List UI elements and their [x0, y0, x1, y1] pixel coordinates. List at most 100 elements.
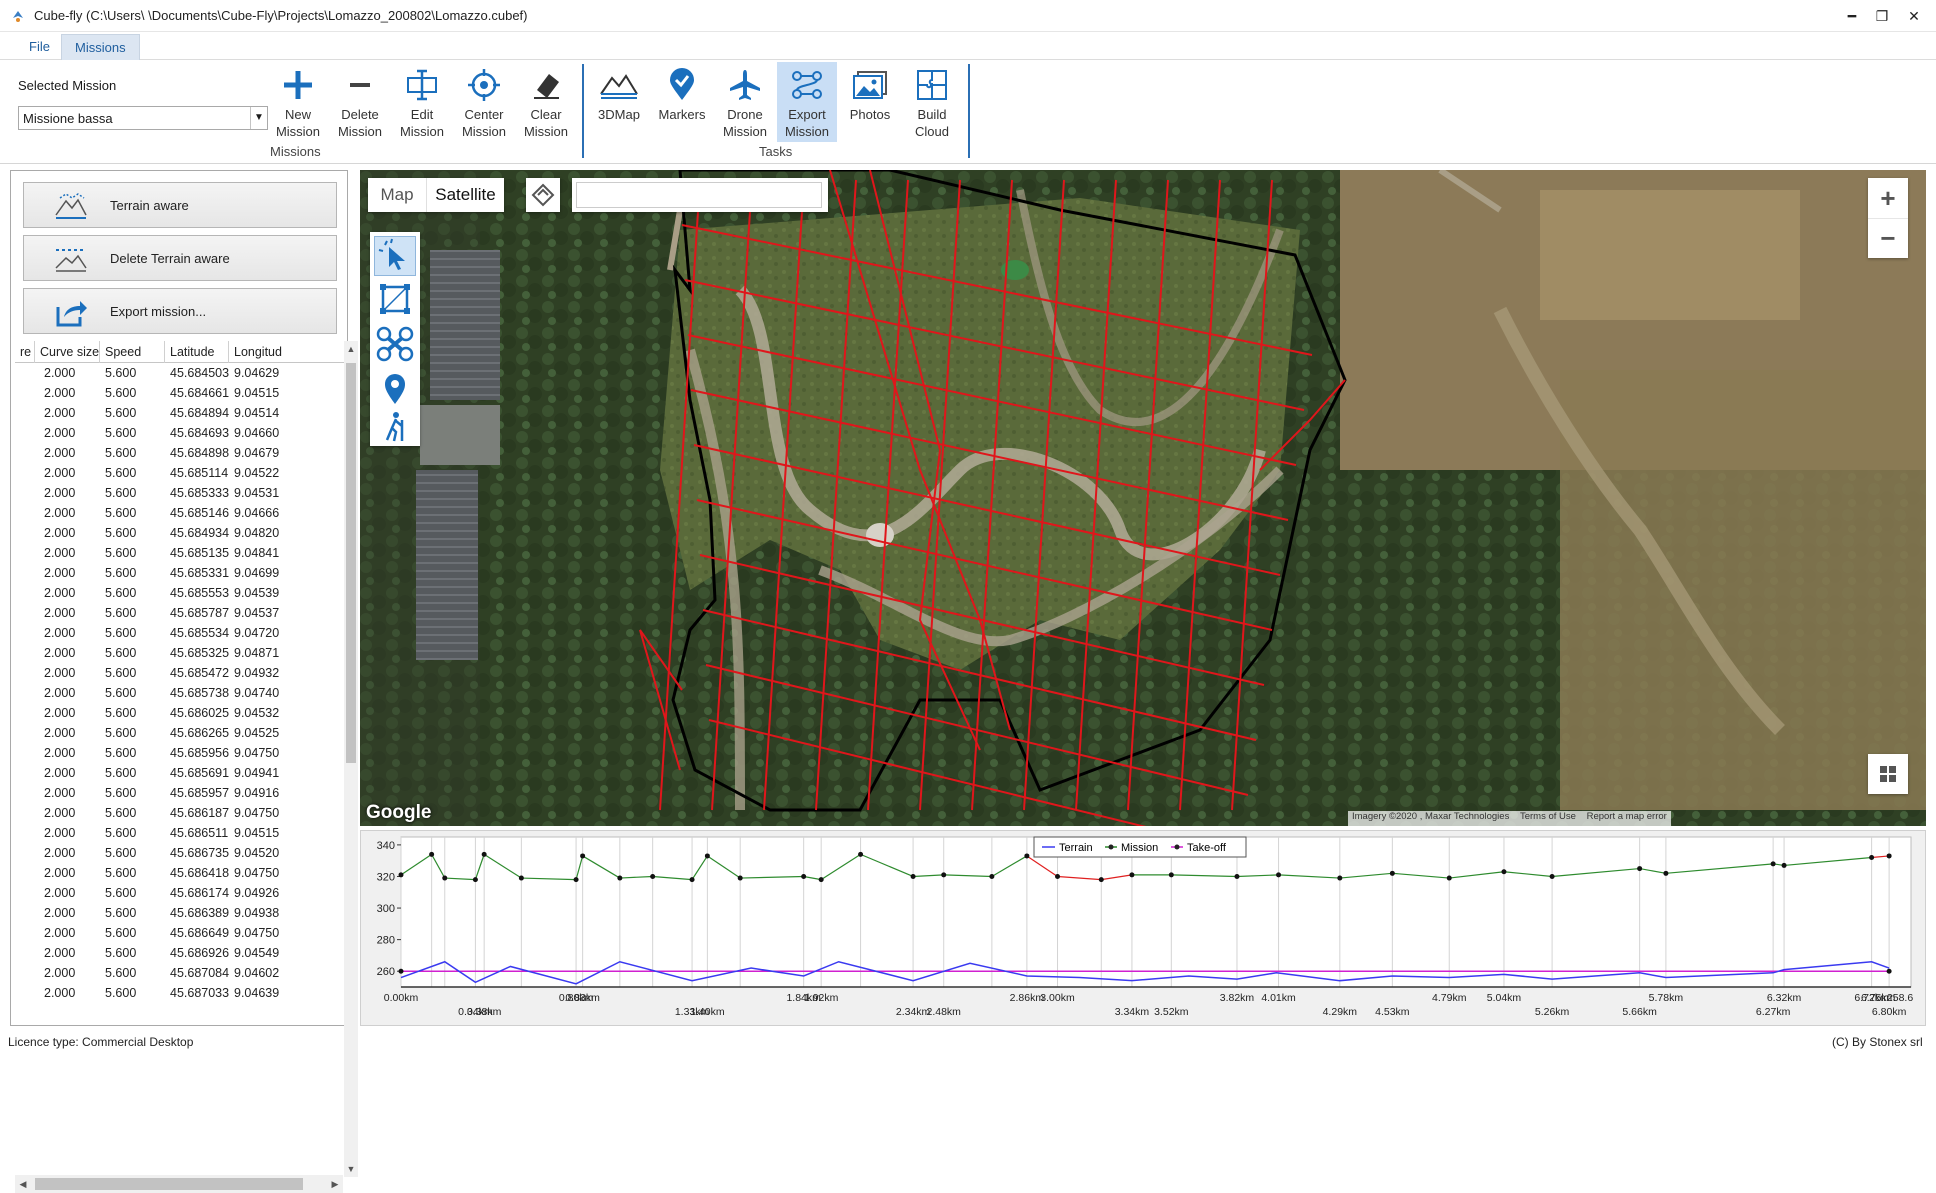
table-row[interactable]: 2.000 5.600 45.684503 9.04629: [15, 363, 345, 383]
horizontal-scrollbar[interactable]: ◀ ▶: [15, 1175, 343, 1193]
x-tick-label: 6.80km: [1872, 1006, 1907, 1018]
table-cell: 5.600: [105, 546, 137, 560]
polygon-tool-button[interactable]: [374, 280, 416, 320]
table-row[interactable]: 2.000 5.600 45.686649 9.04750: [15, 923, 345, 943]
table-cell: 2.000: [44, 666, 76, 680]
table-row[interactable]: 2.000 5.600 45.685472 9.04932: [15, 663, 345, 683]
column-header[interactable]: Curve size: [35, 341, 100, 363]
scroll-thumb[interactable]: [346, 363, 356, 763]
y-tick-label: 300: [377, 903, 395, 915]
satellite-map[interactable]: Map Satellite + − Google Imagery ©2020 ,…: [360, 170, 1926, 826]
table-row[interactable]: 2.000 5.600 45.687033 9.04639: [15, 983, 345, 1003]
scroll-left-icon[interactable]: ◀: [15, 1175, 31, 1193]
table-row[interactable]: 2.000 5.600 45.685331 9.04699: [15, 563, 345, 583]
select-tool-button[interactable]: [374, 236, 416, 276]
tab-missions[interactable]: Missions: [61, 34, 140, 60]
build-cloud-button[interactable]: Build Cloud: [902, 62, 962, 142]
table-row[interactable]: 2.000 5.600 45.685787 9.04537: [15, 603, 345, 623]
table-row[interactable]: 2.000 5.600 45.686389 9.04938: [15, 903, 345, 923]
column-header[interactable]: Speed: [100, 341, 165, 363]
minus-icon: [350, 83, 370, 87]
marker-tool-button[interactable]: [374, 368, 416, 408]
table-row[interactable]: 2.000 5.600 45.684661 9.04515: [15, 383, 345, 403]
hiker-tool-button[interactable]: [374, 412, 416, 442]
table-cell: 5.600: [105, 666, 137, 680]
map-type-satellite-button[interactable]: Satellite: [426, 178, 504, 212]
table-row[interactable]: 2.000 5.600 45.686418 9.04750: [15, 863, 345, 883]
table-cell: 9.04537: [234, 606, 280, 620]
layers-button[interactable]: [526, 178, 560, 212]
table-row[interactable]: 2.000 5.600 45.685691 9.04941: [15, 763, 345, 783]
map-search-input[interactable]: [576, 182, 822, 208]
table-row[interactable]: 2.000 5.600 45.686511 9.04515: [15, 823, 345, 843]
x-tick-label: 1.92km: [804, 992, 839, 1004]
table-row[interactable]: 2.000 5.600 45.685146 9.04666: [15, 503, 345, 523]
table-row[interactable]: 2.000 5.600 45.686025 9.04532: [15, 703, 345, 723]
column-header[interactable]: Latitude: [165, 341, 229, 363]
table-cell: 9.04699: [234, 566, 280, 580]
table-row[interactable]: 2.000 5.600 45.685956 9.04750: [15, 743, 345, 763]
table-row[interactable]: 2.000 5.600 45.685325 9.04871: [15, 643, 345, 663]
column-header[interactable]: Longitud: [229, 341, 345, 363]
delete-mission-button[interactable]: Delete Mission: [330, 62, 390, 142]
terrain-aware-button[interactable]: Terrain aware: [23, 182, 337, 228]
waypoint-table[interactable]: re Curve size Speed Latitude Longitud 2.…: [15, 341, 345, 1007]
close-button[interactable]: ✕: [1894, 4, 1934, 28]
report-error-link[interactable]: Report a map error: [1587, 811, 1667, 822]
x-tick-label: 5.78km: [1649, 992, 1684, 1004]
table-row[interactable]: 2.000 5.600 45.686926 9.04549: [15, 943, 345, 963]
table-row[interactable]: 2.000 5.600 45.685114 9.04522: [15, 463, 345, 483]
table-row[interactable]: 2.000 5.600 45.685957 9.04916: [15, 783, 345, 803]
export-mission-panel-button[interactable]: Export mission...: [23, 288, 337, 334]
terrain-delete-icon: [55, 249, 87, 272]
map-grid-toggle[interactable]: [1868, 754, 1908, 794]
table-cell: 9.04720: [234, 626, 280, 640]
table-row[interactable]: 2.000 5.600 45.684894 9.04514: [15, 403, 345, 423]
center-mission-button[interactable]: Center Mission: [454, 62, 514, 142]
table-cell: 45.686187: [170, 806, 230, 820]
clear-mission-button[interactable]: Clear Mission: [516, 62, 576, 142]
drone-mission-button[interactable]: Drone Mission: [715, 62, 775, 142]
scroll-thumb[interactable]: [35, 1178, 303, 1190]
table-cell: 5.600: [105, 646, 137, 660]
tab-file[interactable]: File: [16, 34, 63, 60]
table-row[interactable]: 2.000 5.600 45.686265 9.04525: [15, 723, 345, 743]
markers-button[interactable]: Markers: [652, 62, 712, 142]
mission-select[interactable]: Missione bassa ▼: [18, 106, 268, 130]
edit-mission-button[interactable]: Edit Mission: [392, 62, 452, 142]
table-row[interactable]: 2.000 5.600 45.685738 9.04740: [15, 683, 345, 703]
table-cell: 5.600: [105, 506, 137, 520]
table-row[interactable]: 2.000 5.600 45.685534 9.04720: [15, 623, 345, 643]
terms-link[interactable]: Terms of Use: [1520, 811, 1576, 822]
table-row[interactable]: 2.000 5.600 45.687084 9.04602: [15, 963, 345, 983]
zoom-control: + −: [1868, 178, 1908, 258]
scroll-up-icon[interactable]: ▲: [344, 341, 358, 357]
mission-point: [573, 877, 579, 883]
column-header[interactable]: re: [15, 341, 35, 363]
table-row[interactable]: 2.000 5.600 45.685553 9.04539: [15, 583, 345, 603]
table-row[interactable]: 2.000 5.600 45.684898 9.04679: [15, 443, 345, 463]
table-row[interactable]: 2.000 5.600 45.684934 9.04820: [15, 523, 345, 543]
table-row[interactable]: 2.000 5.600 45.684693 9.04660: [15, 423, 345, 443]
table-row[interactable]: 2.000 5.600 45.686187 9.04750: [15, 803, 345, 823]
export-mission-button[interactable]: Export Mission: [777, 62, 837, 142]
delete-terrain-aware-button[interactable]: Delete Terrain aware: [23, 235, 337, 281]
table-row[interactable]: 2.000 5.600 45.686174 9.04926: [15, 883, 345, 903]
zoom-out-button[interactable]: −: [1868, 218, 1908, 258]
photos-button[interactable]: Photos: [840, 62, 900, 142]
table-row[interactable]: 2.000 5.600 45.686735 9.04520: [15, 843, 345, 863]
table-cell: 45.684693: [170, 426, 230, 440]
zoom-in-button[interactable]: +: [1868, 178, 1908, 218]
chevron-down-icon[interactable]: ▼: [250, 107, 267, 129]
table-row[interactable]: 2.000 5.600 45.685135 9.04841: [15, 543, 345, 563]
new-mission-button[interactable]: New Mission: [268, 62, 328, 142]
flight-line: [1231, 179, 1273, 811]
drone-tool-button[interactable]: [374, 324, 416, 364]
scroll-down-icon[interactable]: ▼: [344, 1161, 358, 1177]
map-type-map-button[interactable]: Map: [368, 178, 426, 212]
table-row[interactable]: 2.000 5.600 45.685333 9.04531: [15, 483, 345, 503]
copyright-text: (C) By Stonex srl: [1832, 1035, 1923, 1049]
scroll-right-icon[interactable]: ▶: [327, 1175, 343, 1193]
mission-point: [472, 877, 478, 883]
3dmap-button[interactable]: 3DMap: [589, 62, 649, 142]
